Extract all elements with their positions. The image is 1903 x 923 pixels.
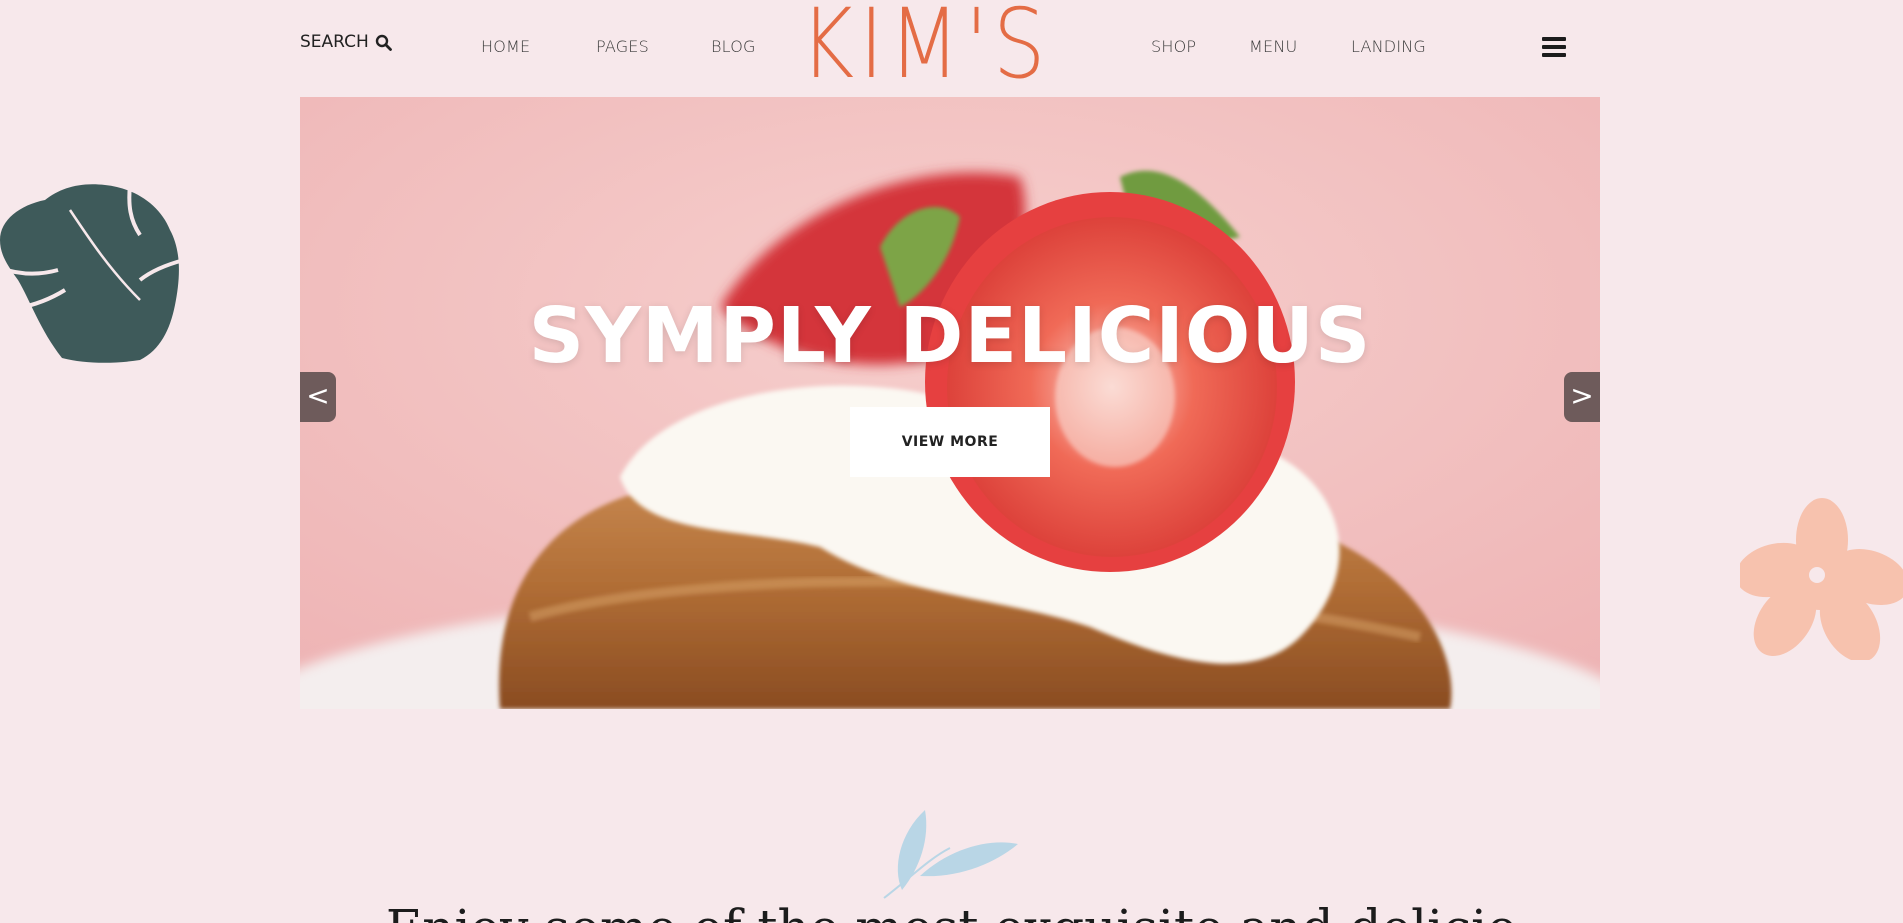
flower-icon xyxy=(1740,498,1903,660)
hero-slider: SYMPLY DELICIOUS VIEW MORE < > xyxy=(300,97,1600,709)
nav-landing[interactable]: LANDING xyxy=(1351,37,1426,56)
hero-image xyxy=(300,97,1600,709)
leaf-sprig-icon xyxy=(883,810,1018,899)
search-label: SEARCH xyxy=(300,32,369,52)
monstera-leaf-icon xyxy=(0,184,185,363)
logo[interactable]: KIM'S xyxy=(800,0,1058,92)
nav-blog[interactable]: BLOG xyxy=(711,37,756,56)
search-button[interactable]: SEARCH xyxy=(300,32,392,52)
nav-home[interactable]: HOME xyxy=(481,37,530,56)
slider-prev-button[interactable]: < xyxy=(300,372,336,422)
search-icon xyxy=(375,34,392,51)
page: SEARCH HOME PAGES BLOG KIM'S SHOP MENU L… xyxy=(0,0,1903,923)
hamburger-menu-icon[interactable] xyxy=(1542,37,1566,59)
hero-title: SYMPLY DELICIOUS xyxy=(528,292,1372,381)
nav-shop[interactable]: SHOP xyxy=(1151,37,1196,56)
nav-pages[interactable]: PAGES xyxy=(596,37,649,56)
intro-heading: Enjoy some of the most exquisite and del… xyxy=(0,898,1903,923)
slider-next-button[interactable]: > xyxy=(1564,372,1600,422)
nav-menu[interactable]: MENU xyxy=(1249,37,1297,56)
view-more-button[interactable]: VIEW MORE xyxy=(850,407,1050,477)
